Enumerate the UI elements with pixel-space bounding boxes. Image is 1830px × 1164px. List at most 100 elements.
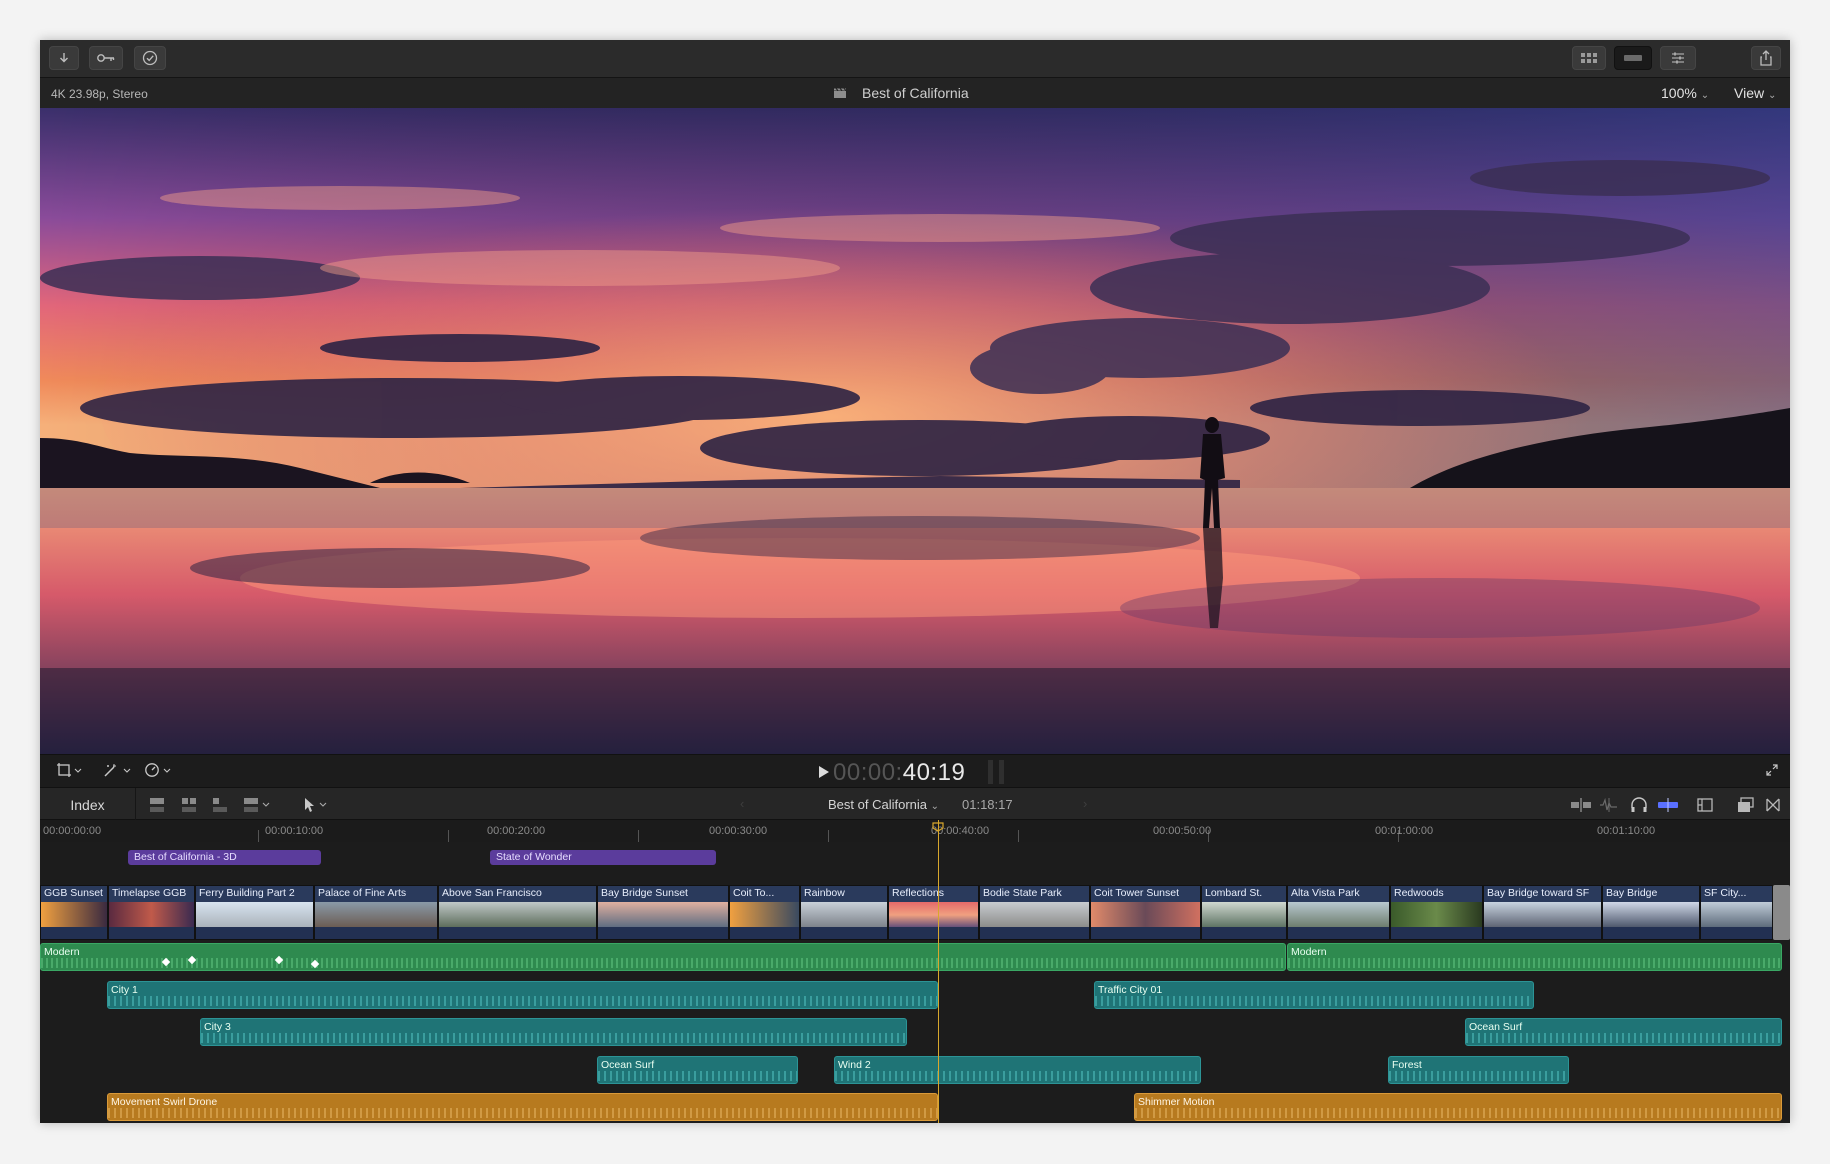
audio-clip[interactable]: Forest [1388,1056,1569,1084]
effects-browser-icon[interactable] [1737,797,1755,813]
history-forward-icon[interactable]: › [1083,796,1087,811]
video-clip[interactable]: Ferry Building Part 2 [195,885,314,940]
index-label: Index [70,796,105,813]
waveform [1135,1108,1781,1118]
audio-clip-name: City 3 [204,1021,231,1033]
viewer-canvas[interactable] [40,108,1790,754]
enhance-button[interactable] [102,762,132,783]
video-clip[interactable]: Bodie State Park [979,885,1090,940]
waveform [201,1033,906,1043]
ruler-tick [1018,830,1019,842]
clip-audio-strip [1202,927,1286,939]
transitions-browser-icon[interactable] [1765,797,1781,813]
overwrite-clip-icon[interactable] [242,797,272,813]
clip-thumbnail [980,902,1089,928]
viewer-project-title: Best of California [862,85,969,101]
timeline-tracks[interactable]: Best of California - 3D State of Wonder … [40,842,1790,1123]
audio-skimming-icon[interactable] [1599,797,1619,813]
ruler-label: 00:00:00:00 [43,825,102,837]
retime-button[interactable] [144,762,174,783]
audio-clip[interactable]: Ocean Surf [597,1056,798,1084]
timeline-toggle-button[interactable] [1614,46,1652,70]
video-clip[interactable]: Rainbow [800,885,888,940]
video-clip[interactable]: Lombard St. [1201,885,1287,940]
clapperboard-icon [834,88,847,98]
title-clip[interactable]: Best of California - 3D [128,850,321,865]
video-clip-name: Coit To... [733,887,775,899]
timeline-index-button[interactable]: Index [40,788,136,821]
snapping-icon[interactable] [1657,797,1679,813]
audio-clip[interactable]: City 3 [200,1018,907,1046]
video-clip[interactable]: Reflections [888,885,979,940]
clip-thumbnail [196,902,313,928]
connect-clip-icon[interactable] [148,797,166,813]
background-tasks-button[interactable] [134,46,166,70]
video-clip[interactable]: Palace of Fine Arts [314,885,438,940]
clip-audio-strip [980,927,1089,939]
clip-audio-strip [439,927,596,939]
video-clip[interactable]: Bay Bridge [1602,885,1700,940]
fullscreen-icon [1766,764,1778,776]
zoom-dropdown[interactable]: 100% ⌄ [1661,85,1709,101]
clip-audio-strip [1391,927,1482,939]
history-back-icon[interactable]: ‹ [740,796,744,811]
import-button[interactable] [49,46,79,70]
video-clip[interactable]: Above San Francisco [438,885,597,940]
inspector-toggle-button[interactable] [1660,46,1696,70]
top-toolbar [40,40,1790,78]
video-skimming-icon[interactable] [1570,797,1592,813]
waveform [835,1071,1200,1081]
select-tool-icon[interactable] [302,797,330,813]
title-clip[interactable]: State of Wonder [490,850,716,865]
fullscreen-button[interactable] [1765,763,1779,782]
video-clip-name: Redwoods [1394,887,1444,899]
clip-thumbnail [1484,902,1601,928]
audio-clip[interactable]: Modern [1287,943,1782,971]
clip-appearance-icon[interactable] [1696,797,1714,813]
video-clip-name: Timelapse GGB [112,887,187,899]
audio-clip[interactable]: Shimmer Motion [1134,1093,1782,1121]
play-icon[interactable] [818,765,830,779]
video-clip[interactable]: Coit Tower Sunset [1090,885,1201,940]
clip-thumbnail [1603,902,1699,928]
chevron-down-icon: ⌄ [1767,90,1777,101]
video-clip[interactable]: Bay Bridge toward SF [1483,885,1602,940]
timeline-project-dropdown[interactable]: Best of California ⌄ [828,797,939,812]
browser-toggle-button[interactable] [1572,46,1606,70]
insert-clip-icon[interactable] [180,797,198,813]
video-clip-name: Coit Tower Sunset [1094,887,1180,899]
share-button[interactable] [1751,46,1781,70]
audio-clip[interactable]: Modern [40,943,1286,971]
video-clip[interactable]: Bay Bridge Sunset [597,885,729,940]
import-icon [60,53,68,63]
timeline-ruler[interactable]: 00:00:00:00 00:00:10:00 00:00:20:00 00:0… [40,820,1790,842]
transform-tool-button[interactable] [56,762,82,783]
timeline-duration: 01:18:17 [962,797,1013,812]
video-clip[interactable]: Alta Vista Park [1287,885,1390,940]
audio-clip[interactable]: City 1 [107,981,938,1009]
title-clip-name: Best of California - 3D [134,851,237,863]
playhead[interactable] [938,820,939,1123]
keywords-button[interactable] [89,46,123,70]
video-clip[interactable]: GGB Sunset [40,885,108,940]
video-clip[interactable]: SF City... [1700,885,1773,940]
audio-clip[interactable]: Ocean Surf [1465,1018,1782,1046]
audio-clip[interactable]: Traffic City 01 [1094,981,1534,1009]
timeline-scroll-handle[interactable] [1773,885,1790,940]
append-clip-icon[interactable] [211,797,229,813]
view-dropdown[interactable]: View ⌄ [1734,85,1776,101]
playhead-marker-icon[interactable] [932,822,944,832]
video-clip[interactable]: Coit To... [729,885,800,940]
audio-clip[interactable]: Wind 2 [834,1056,1201,1084]
audio-clip-name: Modern [1291,946,1327,958]
video-clip[interactable]: Timelapse GGB [108,885,195,940]
headphones-icon[interactable] [1630,797,1648,813]
timecode-display[interactable]: 00:00:40:19 [833,759,965,787]
video-clip-name: Palace of Fine Arts [318,887,407,899]
audio-clip[interactable]: Movement Swirl Drone [107,1093,938,1121]
ruler-label: 00:01:10:00 [1597,825,1656,837]
video-clip[interactable]: Redwoods [1390,885,1483,940]
chevron-down-icon: ⌄ [1700,90,1710,101]
clip-thumbnail [730,902,799,928]
audio-clip-name: Modern [44,946,80,958]
